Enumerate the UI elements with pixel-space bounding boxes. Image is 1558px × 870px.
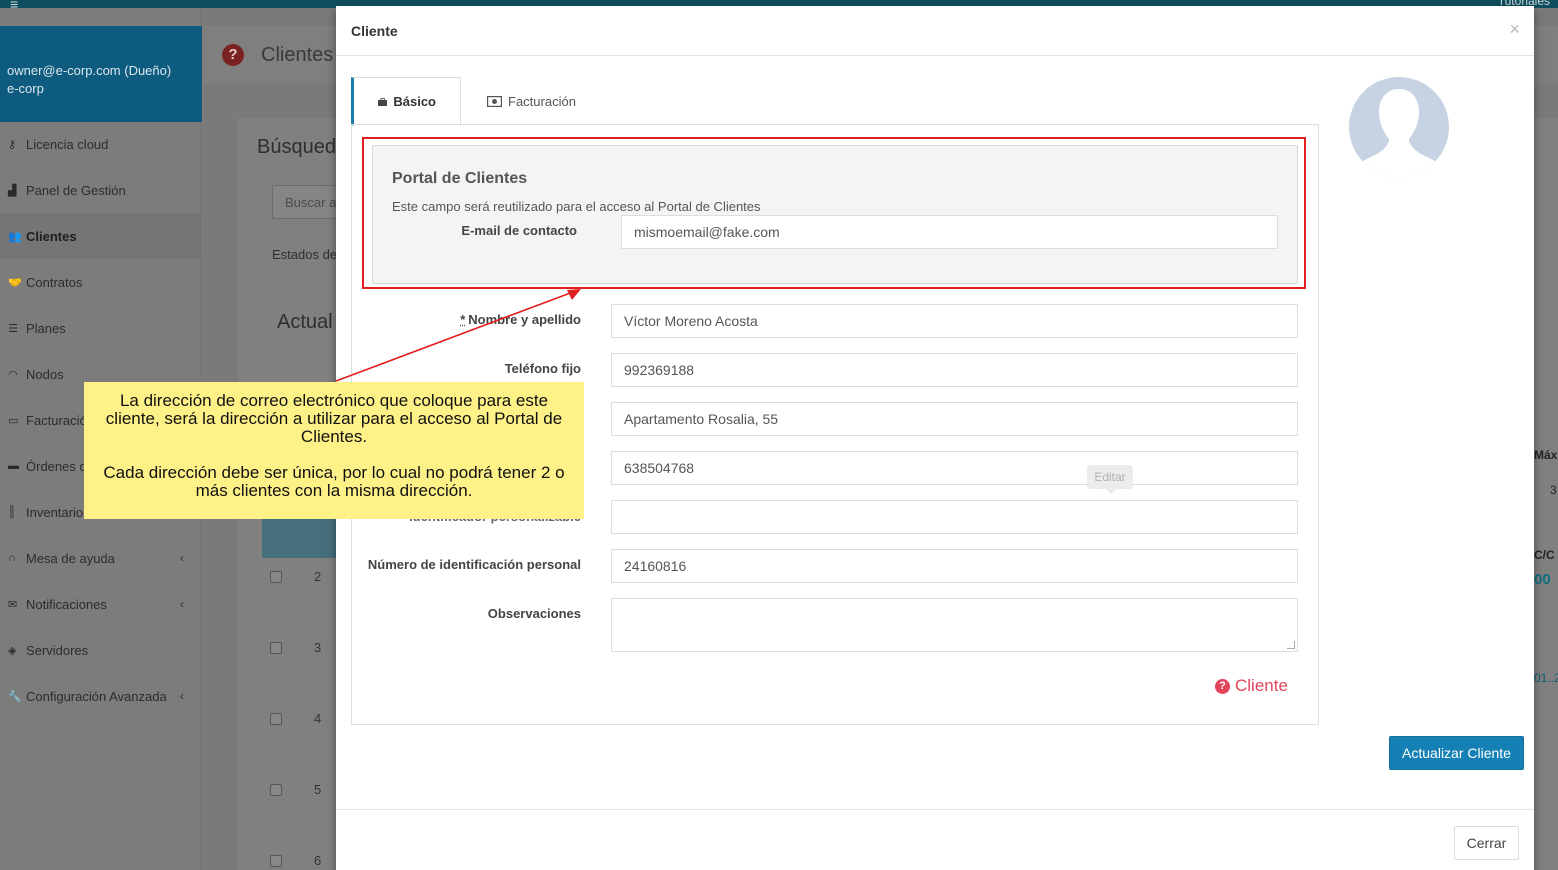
page-title: Clientes	[261, 44, 334, 66]
sidebar-item-mesa-de-ayuda[interactable]: ∩ Mesa de ayuda ‹	[0, 535, 202, 581]
sidebar-item-label: Planes	[26, 320, 66, 336]
barcode-icon: ║	[8, 506, 16, 518]
row-checkbox[interactable]	[270, 855, 282, 867]
row-checkbox[interactable]	[270, 713, 282, 725]
identificacion-input[interactable]: 24160816	[611, 549, 1298, 583]
list-icon: ☰	[8, 322, 18, 335]
close-icon[interactable]: ×	[1509, 19, 1520, 40]
sidebar-item-label: Inventario	[26, 504, 84, 520]
row-number: 2	[314, 569, 322, 584]
actual-heading: Actual	[277, 311, 333, 333]
column-header-max: Máx.	[1534, 448, 1558, 462]
nombre-label: * Nombre y apellido	[460, 312, 581, 327]
sidebar-item-configuración-avanzada[interactable]: 🔧 Configuración Avanzada ‹	[0, 673, 202, 719]
sidebar-item-label: Servidores	[26, 642, 89, 658]
avatar	[1349, 77, 1449, 177]
headset-icon: ∩	[8, 552, 16, 564]
sidebar-item-label: Licencia cloud	[26, 136, 109, 152]
observaciones-label: Observaciones	[487, 606, 581, 621]
chart-icon: ▟	[8, 184, 17, 197]
row-number: 4	[314, 711, 322, 726]
nombre-input[interactable]: Víctor Moreno Acosta	[611, 304, 1298, 338]
sidebar-item-licencia-cloud[interactable]: ⚷ Licencia cloud	[0, 121, 202, 167]
resize-grip-icon[interactable]	[1287, 641, 1295, 649]
observaciones-textarea[interactable]	[611, 598, 1298, 652]
footer-divider	[336, 809, 1534, 810]
wifi-icon: ◠	[8, 368, 18, 381]
cliente-help-link[interactable]: ? Cliente	[1215, 676, 1288, 696]
truck-icon: ▬	[8, 460, 19, 472]
chevron-left-icon: ‹	[180, 551, 184, 565]
annotation-paragraph-1: La dirección de correo electrónico que c…	[105, 391, 563, 446]
annotation-note: La dirección de correo electrónico que c…	[84, 382, 584, 519]
table-header-bar	[262, 518, 342, 558]
sidebar-item-label: Mesa de ayuda	[26, 550, 115, 566]
modal-title: Cliente	[351, 23, 398, 39]
search-heading: Búsqued	[257, 136, 336, 158]
sidebar-item-servidores[interactable]: ◈ Servidores	[0, 627, 202, 673]
direccion-input[interactable]: Apartamento Rosalia, 55	[611, 402, 1298, 436]
help-link-label: Cliente	[1235, 676, 1288, 695]
sidebar-item-label: Notificaciones	[26, 596, 107, 612]
identificacion-label: Número de identificación personal	[367, 557, 581, 572]
key-icon: ⚷	[8, 138, 17, 151]
identificador-input[interactable]	[611, 500, 1298, 534]
sidebar-item-notificaciones[interactable]: ✉ Notificaciones ‹	[0, 581, 202, 627]
sidebar-item-contratos[interactable]: 🤝 Contratos	[0, 259, 202, 305]
sidebar-item-panel-de-gestión[interactable]: ▟ Panel de Gestión	[0, 167, 202, 213]
sidebar-item-label: Configuración Avanzada	[26, 688, 167, 704]
money-icon	[487, 95, 502, 107]
highlight-frame	[362, 137, 1306, 289]
row-number: 5	[314, 782, 322, 797]
row-checkbox[interactable]	[270, 784, 282, 796]
estados-label: Estados de	[272, 247, 338, 262]
chevron-left-icon: ‹	[180, 689, 184, 703]
sidebar-item-clientes[interactable]: 👥 Clientes	[0, 213, 202, 259]
row-number: 3	[314, 640, 322, 655]
telefono-label: Teléfono fijo	[504, 361, 581, 376]
row-checkbox[interactable]	[270, 642, 282, 654]
annotation-paragraph-2: Cada dirección debe ser única, por lo cu…	[103, 463, 565, 500]
handshake-icon: 🤝	[8, 276, 22, 289]
wrench-icon: 🔧	[8, 690, 22, 703]
user-silhouette-icon	[1359, 89, 1439, 177]
row-checkbox[interactable]	[270, 571, 282, 583]
cerrar-button[interactable]: Cerrar	[1454, 826, 1519, 860]
tab-basico-label: Básico	[393, 94, 436, 109]
chevron-left-icon: ‹	[180, 597, 184, 611]
sidebar-item-label: Nodos	[26, 366, 64, 382]
actualizar-cliente-button[interactable]: Actualizar Cliente	[1389, 736, 1524, 770]
envelope-icon: ✉	[8, 598, 18, 611]
sidebar-item-label: Panel de Gestión	[26, 182, 126, 198]
sidebar-item-label: Clientes	[26, 228, 77, 244]
telefono-input[interactable]: 992369188	[611, 353, 1298, 387]
movil-input[interactable]: 638504768	[611, 451, 1298, 485]
sidebar-item-label: Contratos	[26, 274, 83, 290]
company-name: e-corp	[7, 81, 44, 96]
tab-basico[interactable]: Básico	[351, 77, 461, 126]
cell-value: C/C	[1534, 548, 1555, 562]
question-circle-icon: ?	[1215, 678, 1230, 694]
cell-value: 3	[1550, 483, 1557, 497]
tab-facturacion[interactable]: Facturación	[463, 77, 600, 125]
editar-tooltip: Editar	[1087, 465, 1133, 494]
row-number: 6	[314, 853, 322, 868]
money-icon: ▭	[8, 414, 19, 427]
tab-facturacion-label: Facturación	[508, 93, 576, 109]
modal-header: Cliente ×	[336, 6, 1534, 56]
users-icon: 👥	[8, 230, 22, 243]
user-email: owner@e-corp.com (Dueño)	[7, 63, 172, 78]
briefcase-icon	[378, 97, 388, 106]
page-help-icon[interactable]: ?	[222, 44, 244, 66]
sidebar-item-planes[interactable]: ☰ Planes	[0, 305, 202, 351]
cube-icon: ◈	[8, 644, 17, 657]
cell-value: 01..2	[1534, 671, 1558, 685]
cell-value: 00	[1534, 571, 1551, 588]
user-panel: owner@e-corp.com (Dueño) e-corp	[0, 26, 202, 122]
